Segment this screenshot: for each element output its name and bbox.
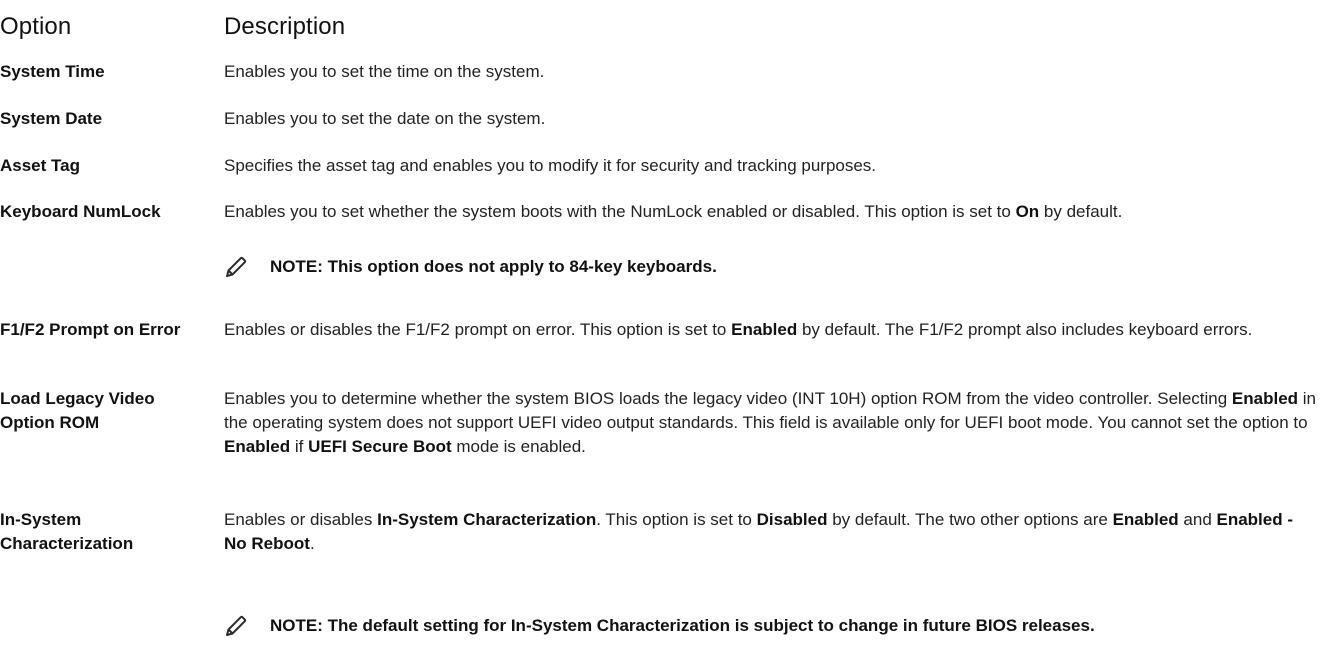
emphasized-term: Enabled bbox=[731, 320, 798, 339]
emphasized-term: Enabled bbox=[224, 437, 291, 456]
option-name: Load Legacy Video Option ROM bbox=[0, 389, 155, 432]
option-name: System Date bbox=[0, 109, 103, 128]
option-name: Keyboard NumLock bbox=[0, 202, 161, 221]
option-description: Specifies the asset tag and enables you … bbox=[224, 156, 877, 175]
emphasized-term: In-System Characterization bbox=[377, 510, 597, 529]
column-header-option: Option bbox=[0, 13, 72, 40]
option-description: Enables you to set the time on the syste… bbox=[224, 62, 545, 81]
note-text: NOTE: The default setting for In-System … bbox=[270, 616, 1095, 635]
option-description: Enables or disables the F1/F2 prompt on … bbox=[224, 320, 1253, 339]
option-description: Enables you to set whether the system bo… bbox=[224, 202, 1123, 221]
option-name: In-System Characterization bbox=[0, 510, 134, 553]
document-page: Option Description System Time Enables y… bbox=[0, 0, 1326, 668]
emphasized-term: Enabled bbox=[1112, 510, 1179, 529]
option-description: Enables you to set the date on the syste… bbox=[224, 109, 546, 128]
note-text: NOTE: This option does not apply to 84-k… bbox=[270, 257, 717, 276]
emphasized-term: UEFI Secure Boot bbox=[308, 437, 452, 456]
emphasized-term: Enabled bbox=[1231, 389, 1299, 408]
option-name: F1/F2 Prompt on Error bbox=[0, 320, 181, 339]
option-name: System Time bbox=[0, 62, 105, 81]
column-header-description: Description bbox=[224, 13, 346, 40]
emphasized-term: On bbox=[1015, 202, 1040, 221]
option-description: Enables you to determine whether the sys… bbox=[224, 389, 1316, 456]
pencil-icon bbox=[226, 615, 247, 636]
option-name: Asset Tag bbox=[0, 156, 80, 175]
emphasized-term: Disabled bbox=[756, 510, 828, 529]
option-description: Enables or disables In-System Characteri… bbox=[224, 510, 1294, 553]
pencil-icon bbox=[226, 256, 247, 277]
